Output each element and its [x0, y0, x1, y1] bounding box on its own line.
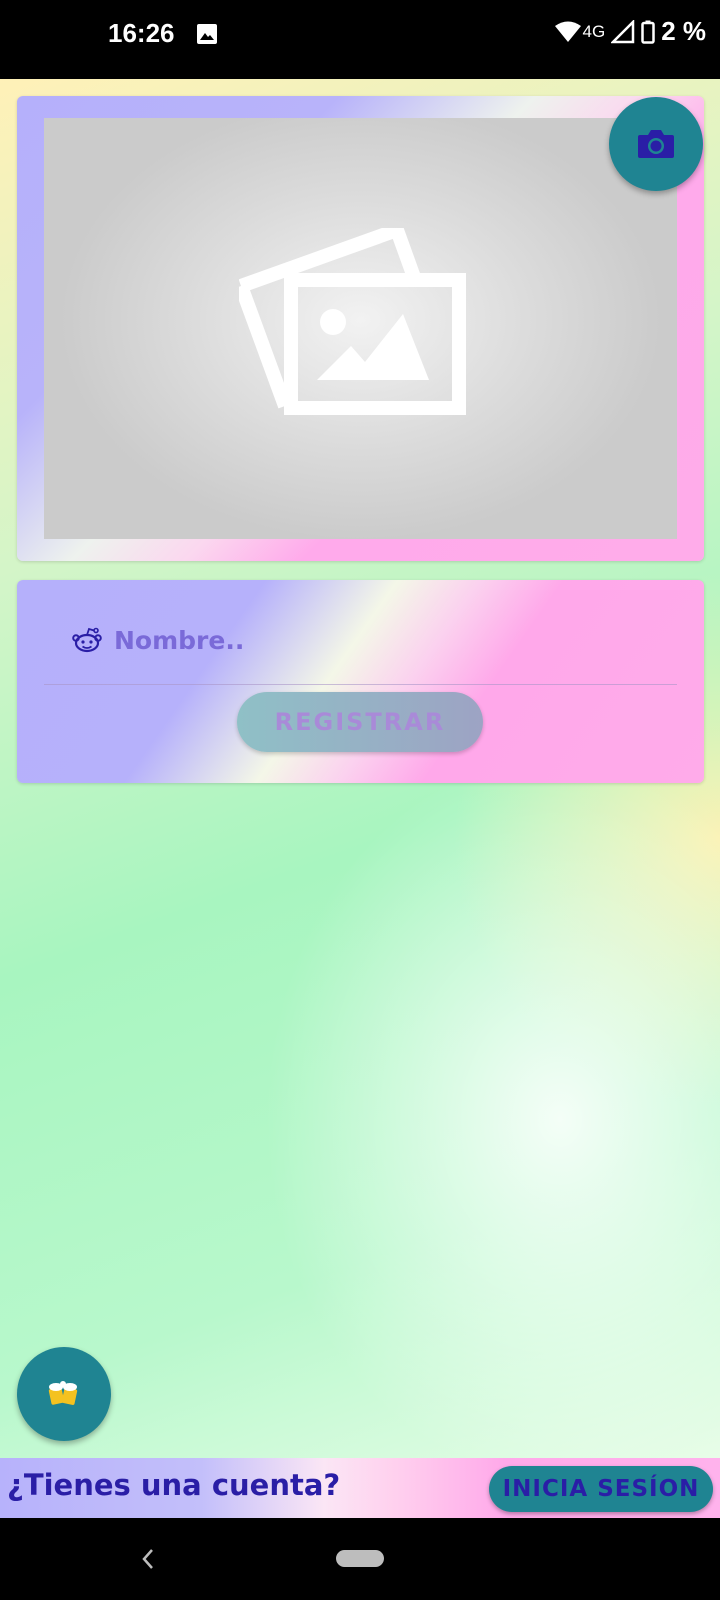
camera-button[interactable] [609, 97, 703, 191]
status-indicators: 4G 2 % [554, 16, 706, 47]
name-field-row [72, 620, 636, 660]
reddit-alien-icon [72, 627, 102, 653]
camera-icon [638, 130, 674, 158]
network-type: 4G [582, 21, 606, 41]
register-form-card: REGISTRAR [17, 580, 704, 783]
image-icon [197, 24, 217, 44]
register-button[interactable]: REGISTRAR [237, 692, 483, 752]
back-icon[interactable] [138, 1544, 158, 1574]
photo-placeholder-icon [239, 228, 466, 415]
name-input[interactable] [112, 624, 636, 656]
signal-icon [611, 19, 635, 43]
status-bar: 16:26 4G 2 % [0, 0, 720, 79]
home-pill[interactable] [336, 1550, 384, 1567]
system-nav-bar [0, 1518, 720, 1600]
login-button[interactable]: INICIA SESÍON [489, 1466, 713, 1512]
wifi-icon [554, 21, 581, 42]
status-time: 16:26 [108, 18, 175, 48]
beer-fab-button[interactable] [17, 1347, 111, 1441]
battery-percent: 2 % [661, 16, 706, 46]
main-content: REGISTRAR [0, 79, 720, 1458]
name-underline [44, 684, 677, 685]
image-card [17, 96, 704, 561]
battery-icon [641, 20, 655, 44]
image-preview[interactable] [44, 118, 677, 539]
account-prompt: ¿Tienes una cuenta? [7, 1468, 341, 1502]
account-bar: ¿Tienes una cuenta? INICIA SESÍON [0, 1458, 720, 1518]
beer-mugs-icon [48, 1381, 78, 1405]
